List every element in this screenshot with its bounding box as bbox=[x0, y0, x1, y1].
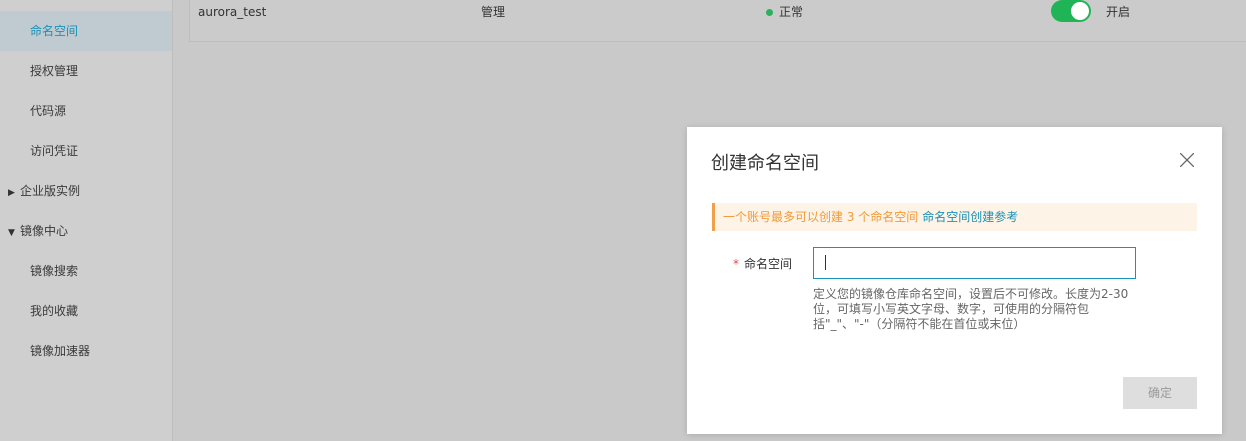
sidebar-item-authorization[interactable]: 授权管理 bbox=[0, 51, 172, 91]
sidebar-group-label: 企业版实例 bbox=[20, 184, 81, 198]
caret-down-icon: ▼ bbox=[8, 228, 15, 238]
sidebar-item-label: 镜像加速器 bbox=[30, 344, 91, 358]
sidebar-group-enterprise[interactable]: ▶ 企业版实例 bbox=[0, 171, 172, 211]
sidebar-item-access-credential[interactable]: 访问凭证 bbox=[0, 131, 172, 171]
caret-right-icon: ▶ bbox=[8, 188, 15, 198]
sidebar-group-image-center[interactable]: ▼ 镜像中心 bbox=[0, 211, 172, 251]
dialog-title: 创建命名空间 bbox=[711, 153, 819, 174]
sidebar-item-accelerator[interactable]: 镜像加速器 bbox=[0, 331, 172, 371]
status-dot-icon bbox=[766, 9, 773, 16]
notice-banner: 一个账号最多可以创建 3 个命名空间 命名空间创建参考 bbox=[712, 203, 1197, 231]
sidebar-item-namespace[interactable]: 命名空间 bbox=[0, 11, 172, 51]
sidebar-item-image-search[interactable]: 镜像搜索 bbox=[0, 251, 172, 291]
namespace-input[interactable] bbox=[813, 247, 1136, 279]
status-badge: 正常 bbox=[766, 0, 803, 24]
text-cursor bbox=[825, 255, 826, 270]
sidebar-item-favorites[interactable]: 我的收藏 bbox=[0, 291, 172, 331]
sidebar-item-code-source[interactable]: 代码源 bbox=[0, 91, 172, 131]
create-namespace-dialog: 创建命名空间 一个账号最多可以创建 3 个命名空间 命名空间创建参考 * 命名空间 … bbox=[687, 127, 1222, 434]
confirm-button[interactable]: 确定 bbox=[1123, 377, 1197, 409]
field-label-text: 命名空间 bbox=[744, 257, 793, 271]
field-hint: 定义您的镜像仓库命名空间，设置后不可修改。长度为2-30位，可填写小写英文字母、… bbox=[813, 287, 1129, 331]
sidebar-item-label: 我的收藏 bbox=[30, 304, 79, 318]
namespace-name: aurora_test bbox=[198, 5, 267, 19]
namespace-type: 管理 bbox=[481, 5, 506, 19]
status-text: 正常 bbox=[779, 5, 804, 19]
table-row: aurora_test 管理 正常 开启 bbox=[189, 0, 1246, 42]
namespace-reference-link[interactable]: 命名空间创建参考 bbox=[922, 210, 1018, 224]
sidebar-item-label: 授权管理 bbox=[30, 64, 79, 78]
sidebar-item-label: 镜像搜索 bbox=[30, 264, 79, 278]
auto-create-toggle[interactable] bbox=[1051, 0, 1091, 22]
sidebar: 命名空间 授权管理 代码源 访问凭证 ▶ 企业版实例 ▼ 镜像中心 镜像搜索 我的收… bbox=[0, 0, 173, 441]
required-mark: * bbox=[733, 257, 739, 271]
toggle-label: 开启 bbox=[1106, 5, 1131, 19]
sidebar-item-label: 代码源 bbox=[30, 104, 67, 118]
close-icon[interactable] bbox=[1180, 153, 1194, 167]
sidebar-item-label: 访问凭证 bbox=[30, 144, 79, 158]
sidebar-group-label: 镜像中心 bbox=[20, 224, 69, 238]
toggle-knob bbox=[1071, 2, 1089, 20]
notice-text: 一个账号最多可以创建 3 个命名空间 bbox=[723, 210, 919, 224]
namespace-field-label: * 命名空间 bbox=[733, 255, 792, 272]
sidebar-item-label: 命名空间 bbox=[30, 24, 79, 38]
